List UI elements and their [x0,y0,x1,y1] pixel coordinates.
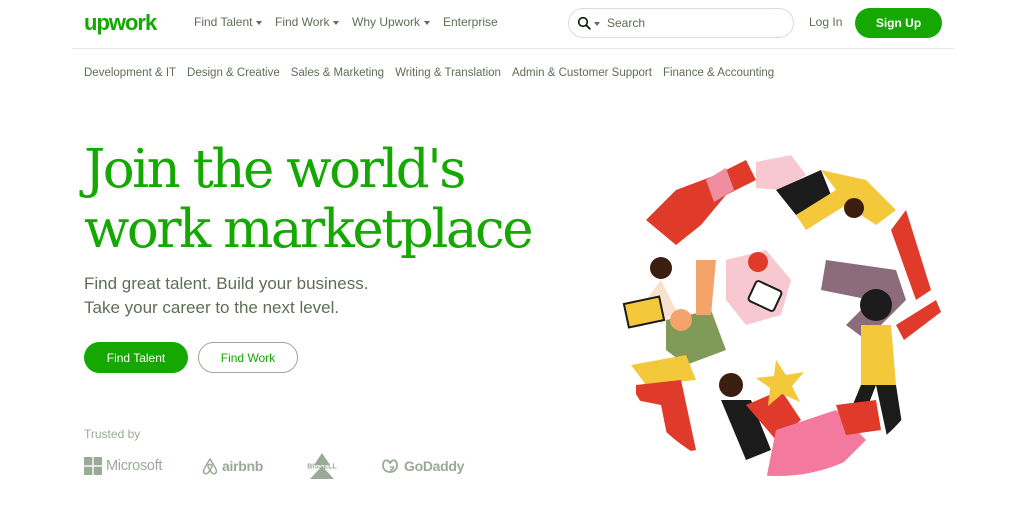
find-work-button[interactable]: Find Work [198,342,298,373]
nav-find-talent-label: Find Talent [194,15,253,29]
hero-subtitle-line-1: Find great talent. Build your business. [84,274,369,293]
category-writing-translation[interactable]: Writing & Translation [395,67,501,79]
find-talent-button[interactable]: Find Talent [84,342,188,373]
chevron-down-icon [333,20,340,25]
microsoft-icon [84,457,102,475]
godaddy-logo: GoDaddy [380,452,464,480]
illustration-figure-left [650,257,672,279]
hero-title-line-1: Join the world's [84,139,467,200]
chevron-down-icon [256,20,263,25]
upwork-logo[interactable]: upwork [84,9,166,37]
header-divider [72,48,954,49]
category-sales-marketing[interactable]: Sales & Marketing [291,67,384,79]
godaddy-wordmark: GoDaddy [404,458,465,474]
nav-why-upwork[interactable]: Why Upwork [352,15,431,29]
category-design-creative[interactable]: Design & Creative [187,67,280,79]
airbnb-icon [202,457,218,475]
airbnb-logo: airbnb [202,452,263,480]
hero-subtitle: Find great talent. Build your business. … [84,272,368,320]
chevron-down-icon [424,20,431,25]
hero-subtitle-line-2: Take your career to the next level. [84,298,340,317]
microsoft-logo: Microsoft [84,452,162,480]
category-bar: Development & IT Design & Creative Sales… [84,67,774,79]
top-nav-bar: upwork Find Talent Find Work Why Upwork … [0,0,1024,48]
nav-why-upwork-label: Why Upwork [352,15,421,29]
illustration-figure-right [860,289,892,321]
login-link[interactable]: Log In [809,15,842,29]
nav-enterprise-label: Enterprise [443,15,498,29]
nav-find-work-label: Find Work [275,15,330,29]
trusted-by-label: Trusted by [84,427,141,441]
search-icon[interactable] [577,16,591,30]
search-type-dropdown-icon[interactable] [594,21,600,26]
microsoft-wordmark: Microsoft [106,458,163,474]
search-bar[interactable] [568,8,794,38]
bissell-logo: BISSELL [300,452,344,480]
nav-enterprise[interactable]: Enterprise [443,15,498,29]
godaddy-icon [382,459,398,473]
category-development-it[interactable]: Development & IT [84,67,176,79]
signup-button[interactable]: Sign Up [855,8,942,38]
search-input[interactable] [607,16,777,30]
bissell-icon: BISSELL [307,453,338,479]
illustration-figure-bottom [719,373,743,397]
hero-title: Join the world's work marketplace [84,140,604,260]
category-admin-support[interactable]: Admin & Customer Support [512,67,652,79]
svg-text:BISSELL: BISSELL [307,464,337,471]
nav-find-work[interactable]: Find Work [275,15,340,29]
nav-find-talent[interactable]: Find Talent [194,15,263,29]
airbnb-wordmark: airbnb [222,458,263,474]
svg-text:upwork: upwork [84,10,158,35]
hero-illustration [614,150,942,476]
category-finance-accounting[interactable]: Finance & Accounting [663,67,774,79]
hero-title-line-2: work marketplace [84,199,534,260]
